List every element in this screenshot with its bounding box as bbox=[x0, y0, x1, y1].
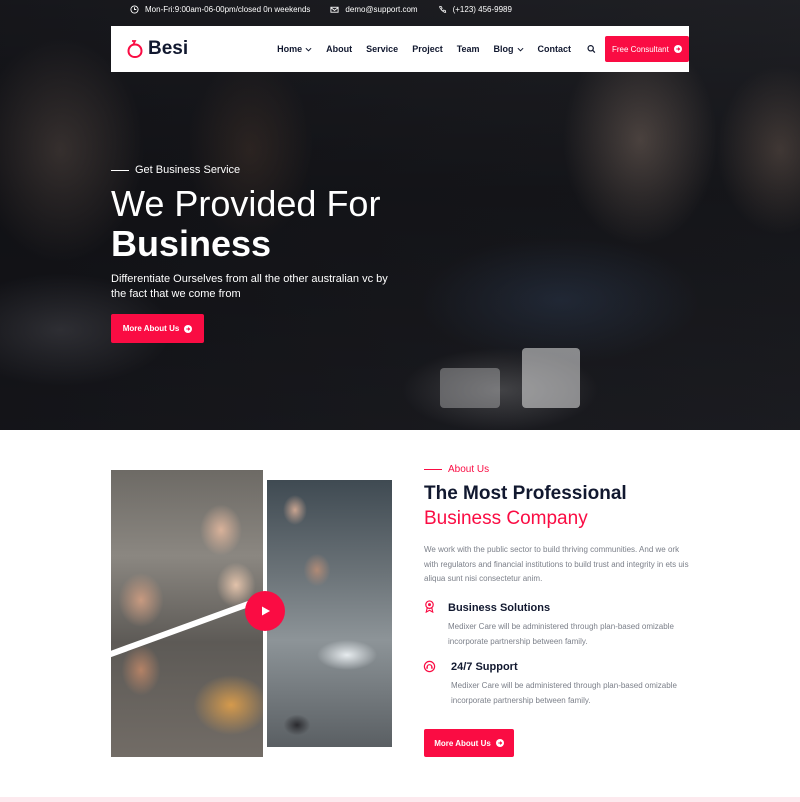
arrow-right-circle-icon bbox=[495, 739, 504, 747]
chevron-down-icon bbox=[517, 47, 524, 52]
nav-item-blog[interactable]: Blog bbox=[494, 44, 524, 54]
chevron-down-icon bbox=[305, 47, 312, 52]
feature-title: 24/7 Support bbox=[451, 661, 518, 673]
search-icon[interactable] bbox=[587, 44, 596, 54]
nav-label: Project bbox=[412, 44, 443, 54]
feature-support: 24/7 Support Medixer Care will be admini… bbox=[451, 661, 696, 708]
nav-item-service[interactable]: Service bbox=[366, 44, 398, 54]
play-icon bbox=[262, 606, 270, 616]
arrow-right-circle-icon bbox=[673, 45, 682, 53]
phone-icon bbox=[438, 5, 446, 13]
award-icon bbox=[425, 600, 434, 613]
nav-item-project[interactable]: Project bbox=[412, 44, 443, 54]
feature-description: Medixer Care will be administered throug… bbox=[451, 681, 677, 705]
hero-title-line1: We Provided For bbox=[111, 183, 381, 224]
button-label: More About Us bbox=[434, 738, 491, 748]
logo-text: Besi bbox=[148, 38, 189, 59]
hero-eyebrow-text: Get Business Service bbox=[135, 164, 241, 176]
about-title: The Most Professional bbox=[424, 483, 627, 504]
support-icon bbox=[423, 660, 436, 673]
about-eyebrow-text: About Us bbox=[448, 464, 490, 475]
about-image-team bbox=[111, 470, 263, 757]
hero-eyebrow: Get Business Service bbox=[111, 164, 401, 176]
free-consultant-button[interactable]: Free Consultant bbox=[604, 36, 689, 62]
envelope-icon bbox=[330, 6, 339, 13]
nav-label: Service bbox=[366, 44, 399, 54]
nav-item-contact[interactable]: Contact bbox=[538, 44, 572, 54]
eyebrow-line bbox=[111, 169, 129, 171]
about-eyebrow: About Us bbox=[424, 464, 704, 475]
nav-label: Home bbox=[277, 44, 303, 54]
nav-item-team[interactable]: Team bbox=[457, 44, 480, 54]
button-label: More About Us bbox=[122, 324, 180, 333]
hero-description: Differentiate Ourselves from all the oth… bbox=[111, 273, 388, 300]
about-section: About Us The Most Professional Business … bbox=[424, 464, 704, 587]
hero-photo-cup bbox=[522, 348, 580, 408]
eyebrow-line bbox=[424, 469, 442, 470]
phone-info[interactable]: (+123) 456-9989 bbox=[438, 5, 512, 14]
video-play-button[interactable] bbox=[245, 591, 285, 631]
nav-label: About bbox=[326, 44, 353, 54]
next-section-edge bbox=[0, 797, 800, 802]
button-label: Free Consultant bbox=[611, 44, 669, 54]
hours-text: Mon-Fri:9:00am-06-00pm/closed 0n weekend… bbox=[145, 5, 311, 14]
nav-label: Team bbox=[456, 44, 480, 54]
email-info[interactable]: demo@support.com bbox=[330, 5, 418, 14]
feature-business-solutions: Business Solutions Medixer Care will be … bbox=[448, 602, 693, 649]
about-more-about-button[interactable]: More About Us bbox=[424, 729, 514, 757]
feature-description: Medixer Care will be administered throug… bbox=[448, 622, 674, 646]
hero-photo-glass bbox=[440, 368, 500, 408]
feature-title: Business Solutions bbox=[448, 602, 551, 614]
top-bar: Mon-Fri:9:00am-06-00pm/closed 0n weekend… bbox=[130, 5, 512, 14]
about-description: We work with the public sector to build … bbox=[424, 545, 689, 583]
phone-link[interactable]: (+123) 456-9989 bbox=[453, 5, 512, 14]
hero-title-line2: Business bbox=[111, 223, 272, 264]
logo[interactable]: Besi bbox=[127, 38, 188, 60]
clock-icon bbox=[130, 5, 139, 14]
hero-more-about-button[interactable]: More About Us bbox=[111, 314, 204, 343]
hours-info: Mon-Fri:9:00am-06-00pm/closed 0n weekend… bbox=[130, 5, 310, 14]
arrow-right-circle-icon bbox=[184, 324, 193, 333]
logo-icon bbox=[127, 40, 143, 58]
hero-content: Get Business Service We Provided For Bus… bbox=[111, 164, 401, 302]
image-divider bbox=[111, 587, 263, 659]
email-link[interactable]: demo@support.com bbox=[345, 5, 417, 14]
navbar: Besi Home About Service Project Team Blo… bbox=[111, 26, 689, 72]
nav-label: Blog bbox=[493, 44, 514, 54]
about-image-office bbox=[267, 480, 392, 747]
nav-item-home[interactable]: Home bbox=[277, 44, 312, 54]
nav-label: Contact bbox=[537, 44, 572, 54]
about-subtitle: Business Company bbox=[424, 508, 588, 529]
nav-item-about[interactable]: About bbox=[326, 44, 352, 54]
main-nav: Home About Service Project Team Blog Con… bbox=[277, 44, 585, 54]
